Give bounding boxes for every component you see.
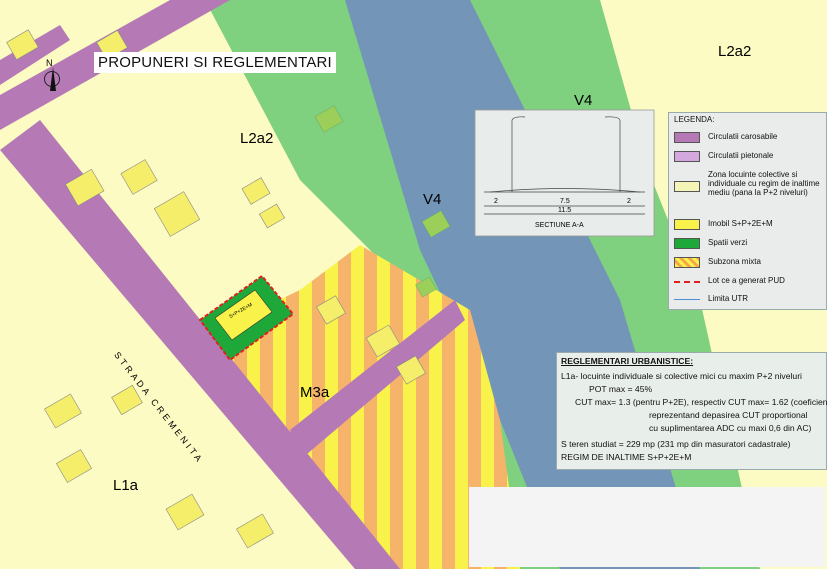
legend-title: LEGENDA:: [674, 115, 715, 124]
section-dim-right: 2: [627, 198, 631, 205]
section-frame: [474, 109, 655, 237]
legend-swatch: [674, 151, 700, 162]
legend-swatch: [674, 299, 700, 300]
legend-panel: LEGENDA: Circulatii carosabile Circulati…: [668, 112, 827, 310]
zone-label-m3a: M3a: [300, 384, 330, 401]
zone-label-v4-river: V4: [574, 92, 593, 109]
legend-item: Circulatii carosabile: [674, 132, 824, 144]
regulations-line: L1a- locuinte individuale si colective m…: [561, 371, 802, 381]
section-title: SECTIUNE A-A: [535, 222, 584, 229]
map-title: PROPUNERI SI REGLEMENTARI: [94, 52, 336, 73]
north-arrow-icon: N: [40, 58, 62, 98]
legend-swatch: [674, 238, 700, 249]
regulations-line: reprezentand depasirea CUT proportional: [649, 410, 808, 420]
section-dim-left: 2: [494, 198, 498, 205]
legend-item: Imobil S+P+2E+M: [674, 219, 824, 231]
legend-item: Lot ce a generat PUD: [674, 276, 824, 288]
legend-swatch: [674, 219, 700, 230]
regulations-line: S teren studiat = 229 mp (231 mp din mas…: [561, 439, 791, 449]
regulations-line: cu suplimentarea ADC cu maxi 0,6 din AC): [649, 423, 812, 433]
regulations-line: POT max = 45%: [589, 384, 653, 394]
legend-item: Limita UTR: [674, 294, 824, 306]
blank-area: [469, 487, 825, 567]
zone-label-v4-mid: V4: [423, 191, 442, 208]
legend-item: Circulatii pietonale: [674, 151, 824, 163]
regulations-panel: REGLEMENTARI URBANISTICE: L1a- locuinte …: [556, 352, 827, 470]
legend-item: Subzona mixta: [674, 257, 824, 269]
legend-swatch: [674, 132, 700, 143]
regulations-title: REGLEMENTARI URBANISTICE:: [561, 356, 694, 366]
section-dim-mid: 7.5: [560, 198, 570, 205]
legend-item: Spatii verzi: [674, 238, 824, 250]
zone-label-l2a2-top: L2a2: [718, 43, 752, 60]
zone-label-l1a: L1a: [113, 477, 139, 494]
regulations-line: CUT max= 1.3 (pentru P+2E), respectiv CU…: [575, 397, 827, 407]
zone-label-l2a2-mid: L2a2: [240, 130, 274, 147]
regulations-line: REGIM DE INALTIME S+P+2E+M: [561, 452, 692, 462]
section-dim-total: 11.5: [558, 207, 572, 214]
legend-swatch: [674, 281, 700, 283]
legend-item: Zona locuinte colective si individuale c…: [674, 170, 824, 206]
legend-swatch: [674, 257, 700, 268]
legend-swatch: [674, 181, 700, 192]
